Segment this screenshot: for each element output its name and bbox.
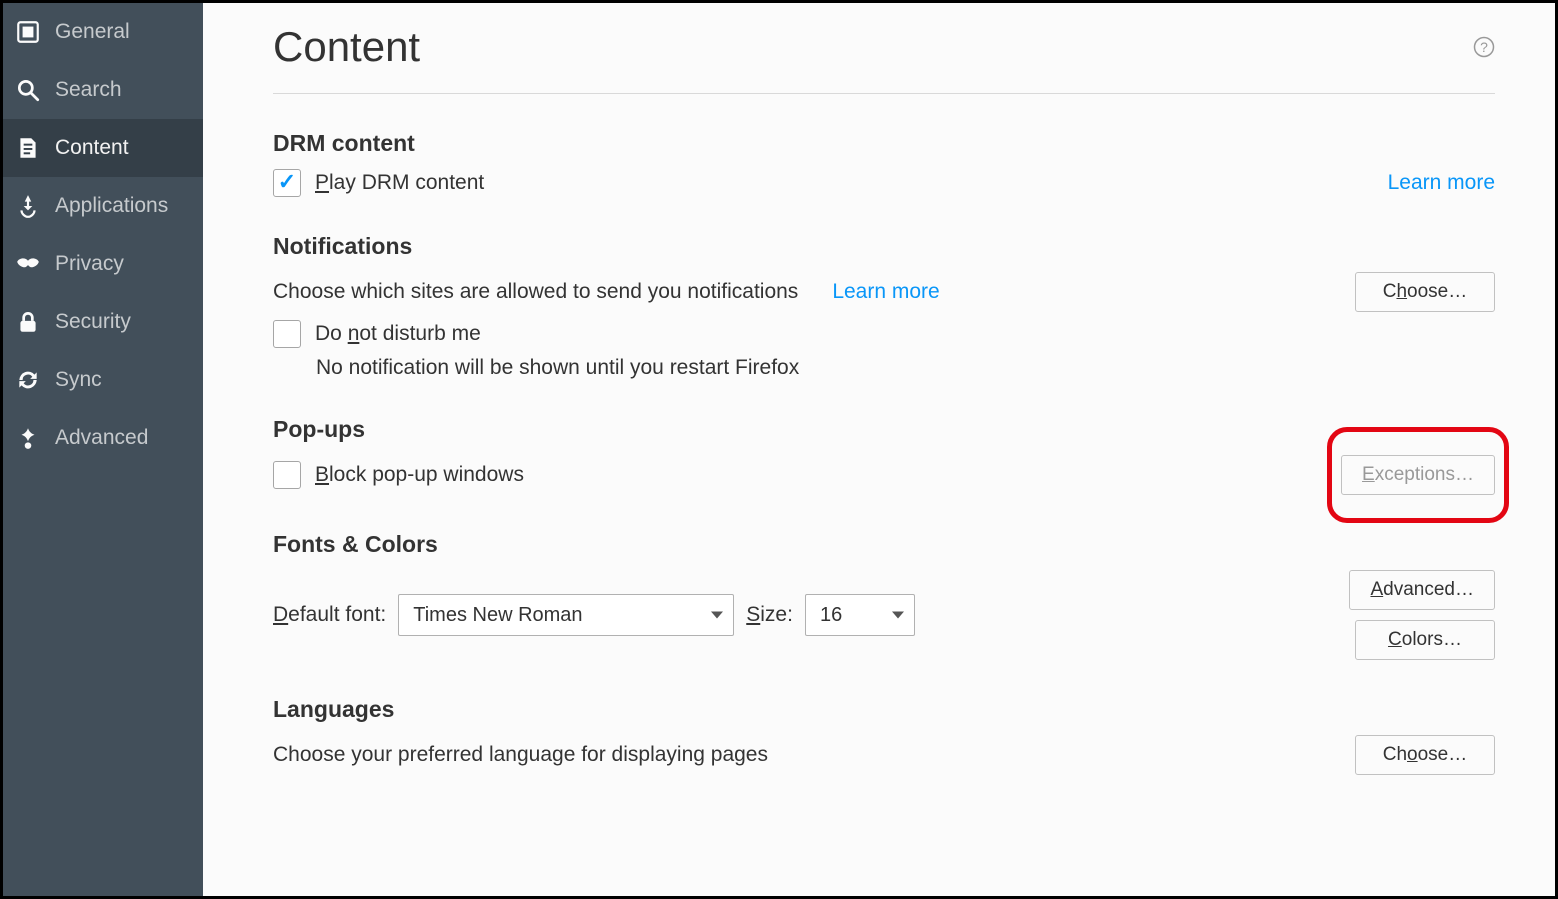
section-heading: Languages bbox=[273, 696, 1495, 723]
help-icon[interactable]: ? bbox=[1473, 36, 1495, 58]
section-heading: Notifications bbox=[273, 233, 1495, 260]
sidebar-item-label: Search bbox=[55, 78, 122, 102]
main-panel: Content ? DRM content Play DRM content L… bbox=[203, 3, 1555, 896]
privacy-icon bbox=[13, 249, 43, 279]
default-font-select[interactable]: Times New Roman bbox=[398, 594, 734, 636]
block-popups-label[interactable]: Block pop-up windows bbox=[315, 463, 524, 487]
content-icon bbox=[13, 133, 43, 163]
size-label: Size: bbox=[746, 603, 793, 627]
play-drm-checkbox[interactable] bbox=[273, 169, 301, 197]
default-font-label: Default font: bbox=[273, 603, 386, 627]
search-icon bbox=[13, 75, 43, 105]
sidebar-item-label: Security bbox=[55, 310, 131, 334]
languages-choose-button[interactable]: Choose… bbox=[1355, 735, 1495, 775]
sidebar-item-label: Advanced bbox=[55, 426, 148, 450]
page-title: Content bbox=[273, 23, 420, 71]
exceptions-button: Exceptions… bbox=[1341, 455, 1495, 495]
sidebar-item-security[interactable]: Security bbox=[3, 293, 203, 351]
general-icon bbox=[13, 17, 43, 47]
default-font-value: Times New Roman bbox=[413, 604, 582, 627]
dnd-note: No notification will be shown until you … bbox=[316, 356, 1495, 380]
applications-icon bbox=[13, 191, 43, 221]
chevron-down-icon bbox=[892, 612, 904, 619]
section-notifications: Notifications Choose which sites are all… bbox=[273, 233, 1495, 380]
section-languages: Languages Choose your preferred language… bbox=[273, 696, 1495, 775]
sidebar-item-label: General bbox=[55, 20, 130, 44]
font-size-value: 16 bbox=[820, 604, 842, 627]
sidebar-item-label: Applications bbox=[55, 194, 168, 218]
page-header: Content ? bbox=[273, 23, 1495, 94]
section-heading: Fonts & Colors bbox=[273, 531, 1495, 558]
languages-description: Choose your preferred language for displ… bbox=[273, 743, 768, 767]
section-fonts-colors: Fonts & Colors Default font: Times New R… bbox=[273, 531, 1495, 660]
section-heading: Pop-ups bbox=[273, 416, 1495, 443]
dnd-label[interactable]: Do not disturb me bbox=[315, 322, 481, 346]
drm-learn-more-link[interactable]: Learn more bbox=[1388, 171, 1495, 195]
sidebar-item-general[interactable]: General bbox=[3, 3, 203, 61]
fonts-advanced-button[interactable]: Advanced… bbox=[1349, 570, 1495, 610]
notifications-choose-button[interactable]: Choose… bbox=[1355, 272, 1495, 312]
sidebar-item-sync[interactable]: Sync bbox=[3, 351, 203, 409]
block-popups-checkbox[interactable] bbox=[273, 461, 301, 489]
chevron-down-icon bbox=[711, 612, 723, 619]
sidebar: General Search Content Applications Priv… bbox=[3, 3, 203, 896]
sidebar-item-privacy[interactable]: Privacy bbox=[3, 235, 203, 293]
colors-button[interactable]: Colors… bbox=[1355, 620, 1495, 660]
advanced-icon bbox=[13, 423, 43, 453]
sidebar-item-label: Content bbox=[55, 136, 129, 160]
notifications-learn-more-link[interactable]: Learn more bbox=[832, 280, 939, 304]
sidebar-item-label: Sync bbox=[55, 368, 102, 392]
security-icon bbox=[13, 307, 43, 337]
notifications-description: Choose which sites are allowed to send y… bbox=[273, 280, 798, 304]
section-heading: DRM content bbox=[273, 130, 1495, 157]
section-popups: Pop-ups Block pop-up windows Exceptions… bbox=[273, 416, 1495, 495]
sync-icon bbox=[13, 365, 43, 395]
dnd-checkbox[interactable] bbox=[273, 320, 301, 348]
sidebar-item-search[interactable]: Search bbox=[3, 61, 203, 119]
play-drm-label[interactable]: Play DRM content bbox=[315, 171, 484, 195]
sidebar-item-label: Privacy bbox=[55, 252, 124, 276]
font-size-select[interactable]: 16 bbox=[805, 594, 915, 636]
sidebar-item-applications[interactable]: Applications bbox=[3, 177, 203, 235]
section-drm: DRM content Play DRM content Learn more bbox=[273, 130, 1495, 197]
svg-text:?: ? bbox=[1480, 39, 1488, 55]
preferences-window: General Search Content Applications Priv… bbox=[0, 0, 1558, 899]
sidebar-item-advanced[interactable]: Advanced bbox=[3, 409, 203, 467]
sidebar-item-content[interactable]: Content bbox=[3, 119, 203, 177]
